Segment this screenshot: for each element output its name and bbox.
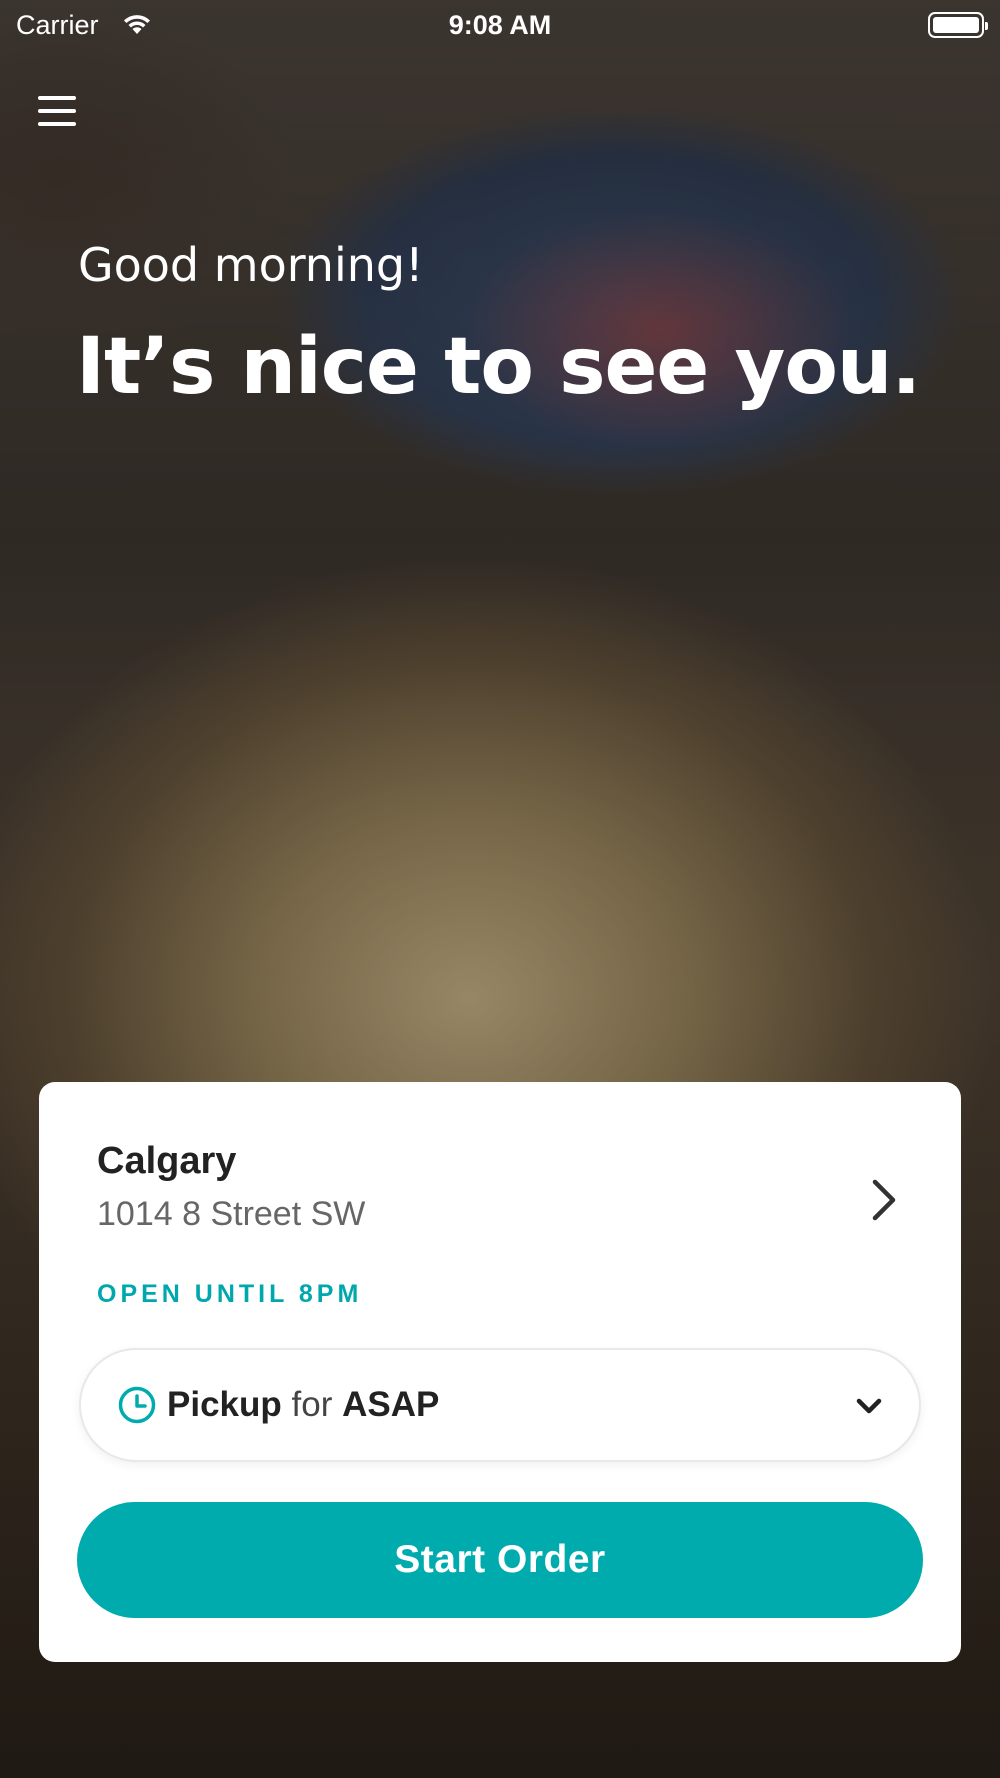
greeting-text: Good morning!	[78, 238, 424, 292]
hamburger-menu-icon[interactable]	[36, 92, 78, 132]
battery-icon	[928, 12, 988, 38]
chevron-down-icon	[856, 1398, 882, 1414]
order-mode-text: Pickup for ASAP	[167, 1385, 439, 1425]
location-city: Calgary	[97, 1140, 237, 1182]
chevron-right-icon	[872, 1179, 896, 1221]
location-address: 1014 8 Street SW	[97, 1195, 366, 1233]
hours-status: OPEN UNTIL 8PM	[97, 1280, 363, 1308]
order-time: ASAP	[342, 1385, 440, 1424]
start-order-button[interactable]: Start Order	[77, 1502, 923, 1618]
status-time: 9:08 AM	[448, 10, 552, 40]
location-selector[interactable]: Calgary 1014 8 Street SW	[97, 1140, 921, 1250]
clock-icon	[118, 1386, 156, 1424]
headline-text: It’s nice to see you.	[76, 322, 921, 412]
order-mode-dropdown[interactable]: Pickup for ASAP	[79, 1348, 921, 1462]
status-bar: Carrier 9:08 AM	[0, 0, 1000, 50]
order-method: Pickup	[167, 1385, 282, 1424]
order-connector: for	[291, 1385, 333, 1424]
location-card: Calgary 1014 8 Street SW OPEN UNTIL 8PM …	[39, 1082, 961, 1662]
